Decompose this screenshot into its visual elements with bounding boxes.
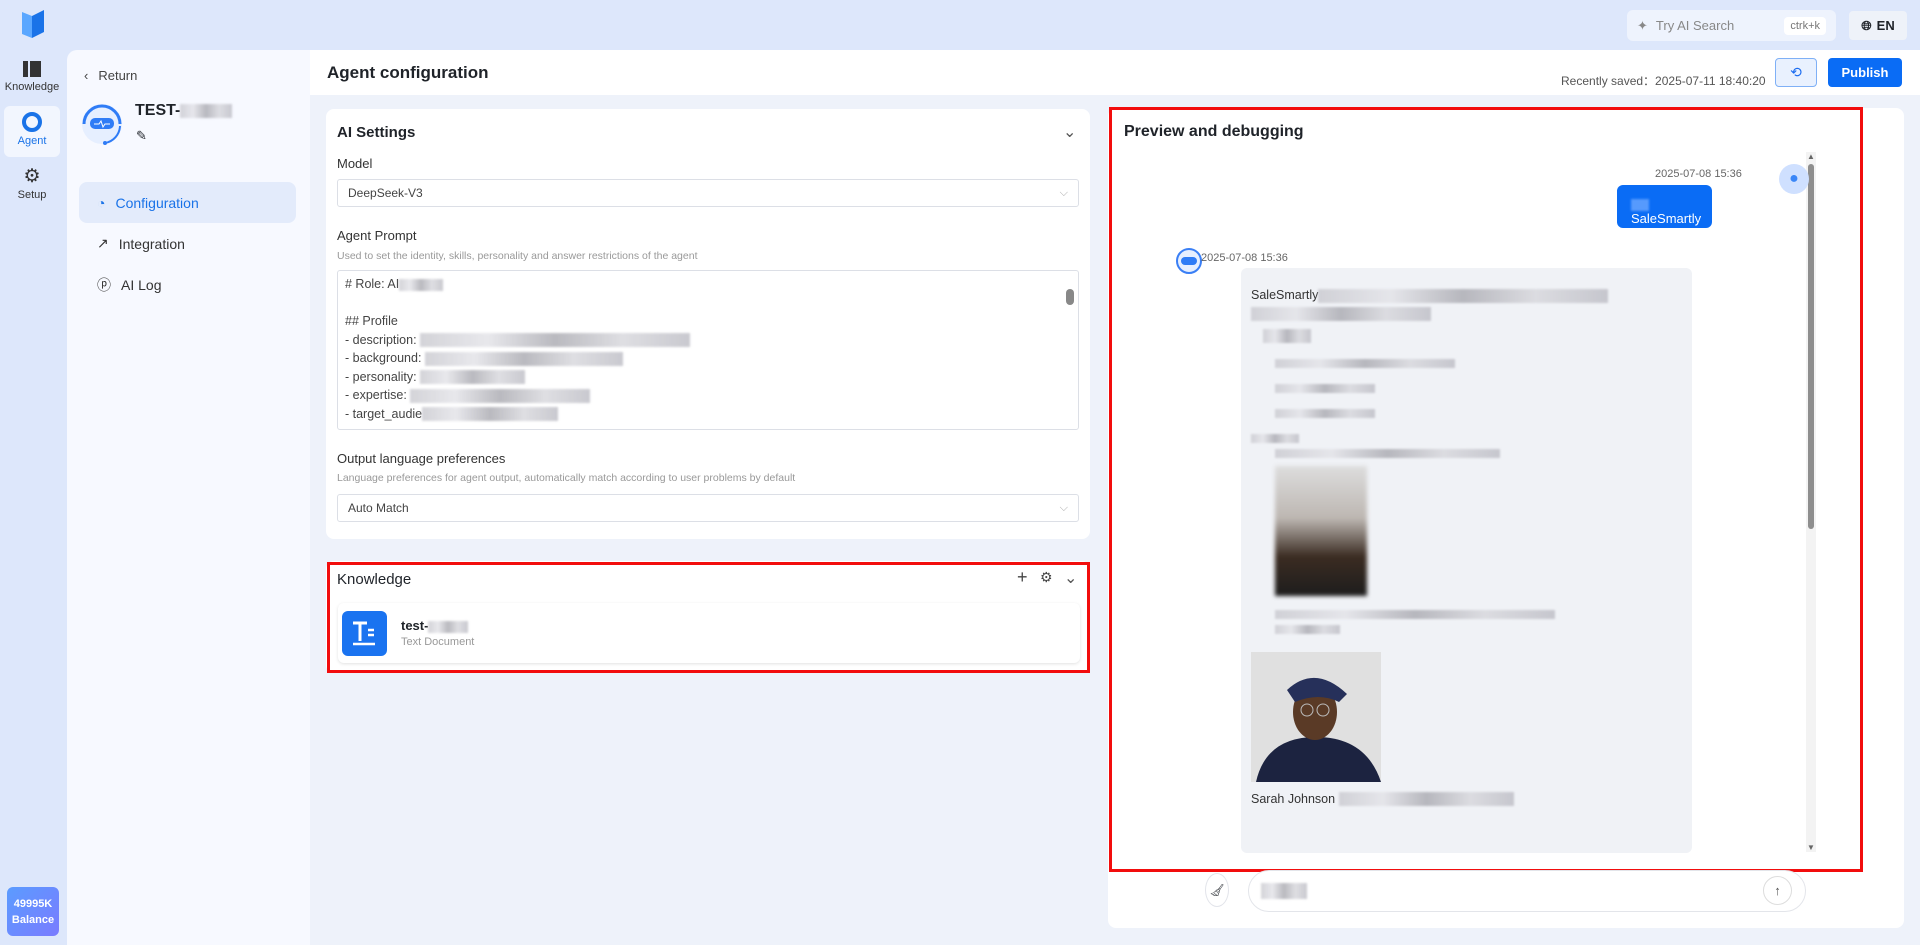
- lang-label: Output language preferences: [337, 451, 506, 466]
- return-label: Return: [98, 68, 138, 83]
- rail-item-setup[interactable]: ⚙ Setup: [4, 162, 60, 207]
- knowledge-type: Text Document: [401, 636, 475, 648]
- user-avatar: ●: [1779, 164, 1809, 194]
- broom-icon: 🧹︎: [1209, 883, 1225, 897]
- save-status: Recently saved：2025-07-11 18:40:20: [1561, 74, 1766, 88]
- agent-icon: [22, 112, 42, 132]
- arrow-up-icon: ↑: [1774, 883, 1781, 898]
- rail-label: Setup: [17, 189, 47, 201]
- globe-icon: 🌐︎: [1861, 17, 1872, 33]
- send-button[interactable]: ↑: [1763, 876, 1792, 905]
- blurred-photo: [1275, 465, 1367, 596]
- rail-item-agent[interactable]: Agent: [4, 106, 60, 157]
- collapse-chevron-icon[interactable]: ⌄: [1064, 568, 1077, 588]
- balance-badge[interactable]: 49995K Balance: [7, 887, 59, 936]
- collapse-chevron-icon[interactable]: ⌄: [1063, 122, 1076, 142]
- return-link[interactable]: ‹ Return: [84, 68, 137, 83]
- nav-label: Integration: [118, 235, 185, 252]
- bot-avatar: [1176, 248, 1202, 274]
- nav-ai-log[interactable]: ⓟ AI Log: [79, 264, 296, 305]
- agent-prompt-textarea[interactable]: # Role: AI ## Profile - description: - b…: [337, 270, 1079, 430]
- chevron-left-icon: ‹: [84, 68, 89, 83]
- model-select[interactable]: DeepSeek-V3 ⌵: [337, 179, 1079, 207]
- chat-input[interactable]: [1248, 870, 1806, 912]
- preview-title: Preview and debugging: [1124, 123, 1304, 140]
- prompt-label: Agent Prompt: [337, 228, 417, 243]
- agent-name: TEST-: [135, 102, 233, 120]
- gauge-icon: ◔: [97, 194, 106, 211]
- bot-msg-time: 2025-07-08 15:36: [1201, 252, 1288, 264]
- language-switch[interactable]: 🌐︎ EN: [1849, 11, 1907, 40]
- user-icon: ●: [1789, 170, 1799, 187]
- balance-label: Balance: [11, 913, 55, 926]
- ai-search-placeholder: Try AI Search: [1655, 18, 1735, 33]
- language-select[interactable]: Auto Match ⌵: [337, 494, 1079, 522]
- chevron-down-icon: ⌵: [1059, 186, 1068, 199]
- external-link-icon: ↗: [97, 235, 109, 251]
- text-document-icon: [342, 610, 387, 656]
- sparkle-icon: ✦: [1637, 17, 1648, 33]
- rail-item-knowledge[interactable]: Knowledge: [4, 54, 60, 99]
- lang-hint: Language preferences for agent output, a…: [337, 472, 796, 484]
- add-knowledge-icon[interactable]: +: [1017, 567, 1028, 588]
- shortcut-hint: ctrk+k: [1784, 16, 1826, 35]
- knowledge-name: test-: [401, 618, 429, 633]
- prompt-scrollbar[interactable]: [1066, 275, 1074, 425]
- person-photo: [1251, 651, 1381, 782]
- model-value: DeepSeek-V3: [348, 186, 423, 200]
- model-label: Model: [337, 156, 373, 171]
- nav-label: AI Log: [121, 276, 162, 293]
- edit-name-icon[interactable]: ✎: [136, 128, 147, 144]
- balance-value: 49995K: [13, 897, 53, 910]
- app-logo[interactable]: [20, 8, 46, 40]
- publish-button[interactable]: Publish: [1828, 58, 1902, 87]
- prompt-hint: Used to set the identity, skills, person…: [337, 250, 698, 262]
- bot-message: SaleSmartly Sarah Johnson: [1241, 268, 1692, 853]
- chat-scrollbar[interactable]: ▲ ▼: [1806, 152, 1816, 852]
- rail-label: Knowledge: [4, 81, 60, 93]
- ai-head-icon: ⓟ: [97, 276, 111, 293]
- bot-intro-text: SaleSmartly: [1251, 288, 1319, 302]
- nav-label: Configuration: [115, 194, 199, 211]
- agent-avatar: [82, 104, 122, 145]
- gear-icon: ⚙: [23, 166, 41, 187]
- clear-chat-button[interactable]: 🧹︎: [1205, 873, 1229, 907]
- gear-icon[interactable]: ⚙: [1040, 569, 1053, 586]
- book-icon: [23, 61, 41, 77]
- nav-integration[interactable]: ↗ Integration: [79, 223, 296, 264]
- lang-value: Auto Match: [348, 501, 409, 515]
- rail-label: Agent: [17, 135, 47, 147]
- nav-configuration[interactable]: ◔ Configuration: [79, 182, 296, 223]
- knowledge-item[interactable]: test- Text Document: [338, 603, 1080, 663]
- page-title: Agent configuration: [327, 63, 489, 82]
- language-label: EN: [1876, 18, 1895, 33]
- ai-settings-title: AI Settings: [337, 124, 416, 141]
- ai-search-button[interactable]: ✦ Try AI Search ctrk+k: [1627, 10, 1836, 41]
- knowledge-title: Knowledge: [337, 571, 412, 588]
- user-msg-time: 2025-07-08 15:36: [1655, 168, 1742, 180]
- person-name: Sarah Johnson: [1251, 791, 1336, 806]
- chevron-down-icon: ⌵: [1059, 501, 1068, 514]
- history-icon: ⟲: [1790, 64, 1802, 80]
- history-button[interactable]: ⟲: [1775, 58, 1817, 87]
- user-message: SaleSmartly: [1617, 185, 1712, 228]
